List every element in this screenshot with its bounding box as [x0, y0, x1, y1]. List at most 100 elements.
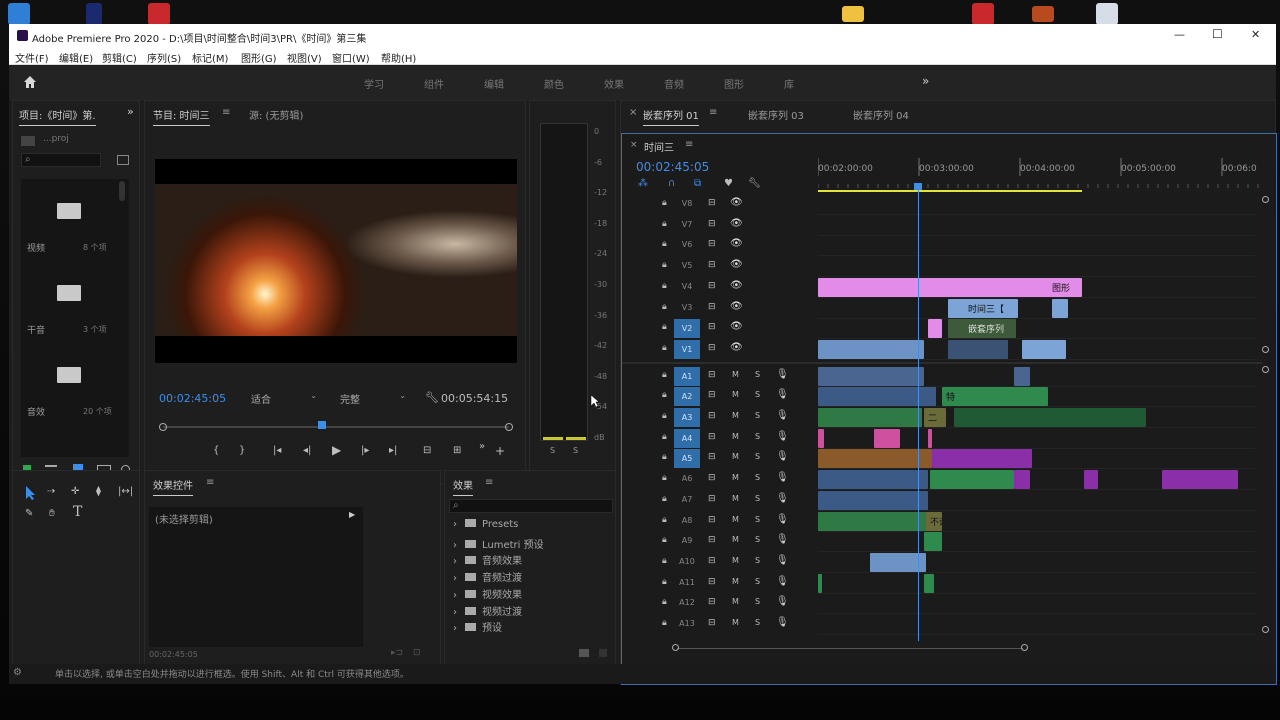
export-icon[interactable]: ⊡ — [413, 648, 421, 658]
type-icon[interactable]: T — [73, 505, 82, 519]
timeline-clip[interactable] — [928, 319, 942, 339]
track-target-a12[interactable]: A12 — [674, 597, 700, 609]
desktop-icon-1[interactable] — [8, 3, 30, 25]
add-button-icon[interactable]: + — [495, 445, 505, 457]
microphone-icon[interactable]: 🎙︎ — [776, 534, 789, 545]
desktop-folder-icon[interactable] — [842, 6, 864, 22]
timeline-clip[interactable] — [818, 490, 928, 510]
lock-icon[interactable]: 🔒︎ — [662, 535, 667, 545]
scrollbar[interactable] — [119, 181, 125, 201]
quality-dropdown[interactable]: 完整 ⌄ — [340, 391, 406, 406]
lock-icon[interactable]: 🔒︎ — [662, 322, 667, 332]
timeline-clip[interactable] — [874, 428, 900, 448]
sync-lock-icon[interactable]: ⊟ — [708, 260, 716, 270]
menu-file[interactable]: 文件(F) — [15, 50, 49, 65]
timeline-clip[interactable] — [930, 470, 1014, 490]
track-target-a5[interactable]: A5 — [674, 449, 700, 469]
desktop-icon-5[interactable] — [1032, 6, 1054, 22]
mute-button[interactable]: M — [732, 597, 739, 606]
timeline-timecode[interactable]: 00:02:45:05 — [636, 160, 709, 174]
workspace-assembly[interactable]: 组件 — [424, 76, 444, 91]
menu-marker[interactable]: 标记(M) — [192, 50, 228, 65]
effects-folder[interactable]: › Presets — [453, 519, 518, 535]
monitor-scrubber[interactable] — [159, 421, 513, 433]
lock-icon[interactable]: 🔒︎ — [662, 494, 667, 504]
effect-controls-menu-icon[interactable]: ≡ — [206, 477, 214, 488]
solo-button[interactable]: S — [755, 618, 760, 627]
track-divider[interactable] — [622, 361, 1262, 364]
mute-button[interactable]: M — [732, 618, 739, 627]
track-target-a1[interactable]: A1 — [674, 366, 700, 386]
eye-icon[interactable]: 👁︎ — [730, 280, 743, 291]
timeline-clip[interactable] — [818, 366, 924, 386]
lock-icon[interactable]: 🔒︎ — [662, 452, 667, 462]
lock-icon[interactable]: 🔒︎ — [662, 515, 667, 525]
solo-right[interactable]: S — [573, 446, 578, 455]
sequence-close-icon[interactable]: × — [630, 140, 638, 150]
track-target-a3[interactable]: A3 — [674, 408, 700, 427]
sync-lock-icon[interactable]: ⊟ — [708, 239, 716, 249]
timeline-settings-icon[interactable]: 🔧︎ — [748, 178, 761, 190]
track-target-a7[interactable]: A7 — [674, 494, 700, 506]
mute-button[interactable]: M — [732, 494, 739, 503]
workspace-graphics[interactable]: 图形 — [724, 76, 744, 91]
microphone-icon[interactable]: 🎙︎ — [776, 451, 789, 462]
folder-icon[interactable] — [57, 203, 81, 219]
vertical-scroll-handle[interactable] — [1262, 346, 1269, 353]
expand-arrow-icon[interactable]: ▶ — [349, 510, 355, 519]
panel-more-button[interactable]: » — [127, 105, 134, 118]
track-target-v1[interactable]: V1 — [674, 339, 700, 359]
go-to-out-icon[interactable]: ▸| — [389, 445, 397, 457]
track-target-v4[interactable]: V4 — [674, 281, 700, 293]
workspace-effects[interactable]: 效果 — [604, 76, 624, 91]
play-icon[interactable]: ▶ — [332, 444, 341, 456]
wrench-icon[interactable]: 🔧︎ — [425, 391, 439, 404]
sync-lock-icon[interactable]: ⊟ — [708, 473, 716, 483]
mute-button[interactable]: M — [732, 411, 739, 420]
sync-lock-icon[interactable]: ⊟ — [708, 515, 716, 525]
workspace-editing[interactable]: 编辑 — [484, 76, 504, 91]
project-tab[interactable]: 项目:《时间》第. — [19, 107, 96, 126]
mute-button[interactable]: M — [732, 390, 739, 399]
workspace-color[interactable]: 颜色 — [544, 76, 564, 91]
sync-lock-icon[interactable]: ⊟ — [708, 556, 716, 566]
track-target-a11[interactable]: A11 — [674, 577, 700, 589]
scroll-handle-right[interactable] — [1021, 644, 1028, 651]
timeline-clip[interactable] — [818, 470, 928, 490]
track-target-v5[interactable]: V5 — [674, 260, 700, 272]
sync-lock-icon[interactable]: ⊟ — [708, 302, 716, 312]
step-forward-icon[interactable]: |▸ — [361, 445, 369, 457]
sync-lock-icon[interactable]: ⊟ — [708, 281, 716, 291]
time-ruler[interactable]: 00:02:00:00 00:03:00:00 00:04:00:00 00:05:0… — [818, 154, 1266, 194]
lock-icon[interactable]: 🔒︎ — [662, 432, 667, 442]
timeline-clip[interactable] — [954, 408, 1146, 427]
eye-icon[interactable]: 👁︎ — [730, 197, 743, 208]
more-icon[interactable]: » — [479, 441, 485, 453]
effects-folder[interactable]: › 音频效果 — [453, 552, 522, 568]
extract-icon[interactable]: ⊞ — [453, 445, 461, 457]
close-button[interactable]: ✕ — [1251, 28, 1260, 41]
menu-edit[interactable]: 编辑(E) — [59, 50, 93, 65]
sync-lock-icon[interactable]: ⊟ — [708, 322, 716, 332]
timeline-clip[interactable] — [1022, 339, 1066, 359]
pen-icon[interactable]: ✎ — [25, 508, 33, 520]
lock-icon[interactable]: 🔒︎ — [662, 370, 667, 380]
hand-icon[interactable]: ✋︎ — [49, 508, 55, 520]
timeline-clip[interactable] — [818, 573, 822, 593]
solo-button[interactable]: S — [755, 515, 760, 524]
mute-button[interactable]: M — [732, 577, 739, 586]
maximize-button[interactable]: ☐ — [1212, 27, 1223, 41]
new-bin-icon[interactable] — [117, 155, 129, 165]
microphone-icon[interactable]: 🎙︎ — [776, 555, 789, 566]
microphone-icon[interactable]: 🎙︎ — [776, 596, 789, 607]
mute-button[interactable]: M — [732, 432, 739, 441]
timeline-clip[interactable]: 特 — [942, 387, 1048, 407]
add-marker-icon[interactable]: ♥ — [724, 178, 733, 190]
sync-lock-icon[interactable]: ⊟ — [708, 432, 716, 442]
microphone-icon[interactable]: 🎙︎ — [776, 369, 789, 380]
timeline-clip[interactable]: 二 — [924, 408, 946, 427]
track-target-a2[interactable]: A2 — [674, 387, 700, 407]
go-to-in-icon[interactable]: |◂ — [273, 445, 281, 457]
solo-button[interactable]: S — [755, 556, 760, 565]
microphone-icon[interactable]: 🎙︎ — [776, 431, 789, 442]
